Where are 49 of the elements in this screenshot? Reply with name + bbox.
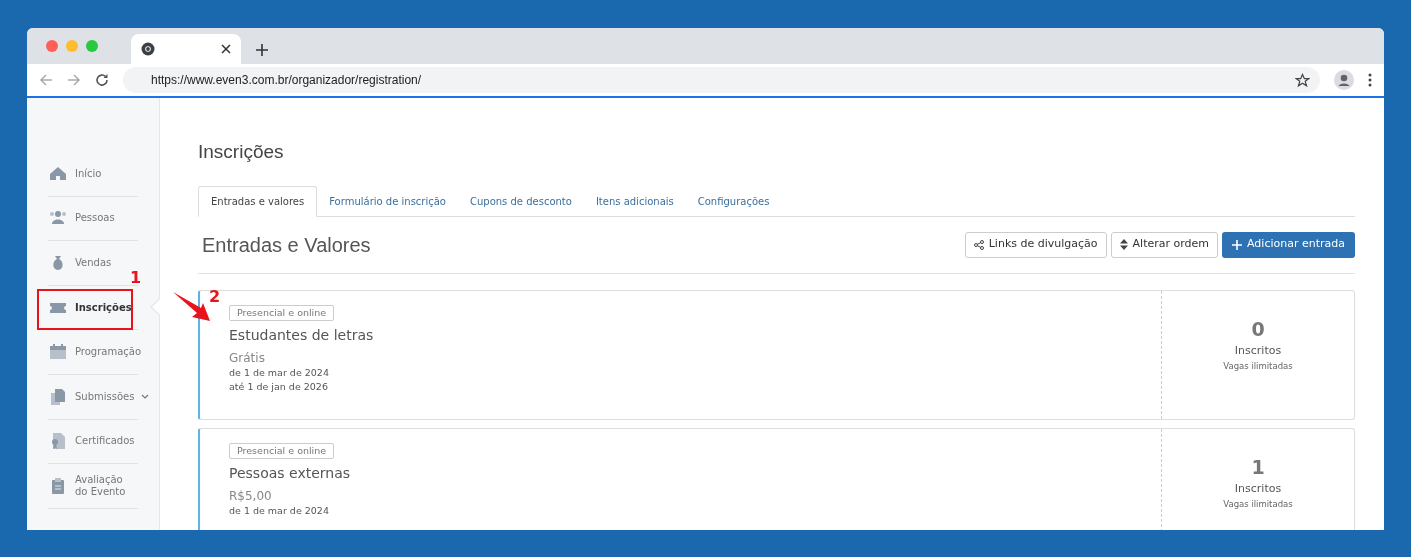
tab[interactable]: Formulário de inscrição <box>317 185 458 217</box>
close-icon[interactable] <box>221 44 231 54</box>
tab[interactable]: Itens adicionais <box>583 185 686 217</box>
step-number: 1 <box>130 270 142 286</box>
date-text: de 1 de mar de 2024 <box>229 503 329 518</box>
tab[interactable]: Entradas e valores <box>198 185 318 217</box>
capacity-text: Vagas ilimitadas <box>1223 359 1293 373</box>
mode-tag: Presencial e online <box>229 442 335 459</box>
tab[interactable]: Cupons de desconto <box>458 185 584 217</box>
sidebar-item[interactable]: Certificados <box>48 431 138 452</box>
section-title: Entradas e Valores <box>201 232 371 258</box>
add-entry-button[interactable]: Adicionar entrada <box>1222 231 1355 258</box>
plus-icon <box>1232 239 1242 250</box>
tab[interactable]: Configurações <box>685 185 782 217</box>
sidebar-item[interactable]: Início <box>48 163 138 184</box>
sidebar-item[interactable]: Inscrições <box>48 297 138 318</box>
registrant-count: 0 <box>1251 316 1265 342</box>
toolbar-button[interactable]: Links de divulgação <box>964 231 1107 258</box>
sidebar-item[interactable]: Submissões <box>48 386 138 407</box>
step-number: 2 <box>209 289 221 305</box>
browser-tab[interactable] <box>131 34 241 64</box>
profile-icon[interactable] <box>1334 70 1354 90</box>
registrant-count: 1 <box>1251 454 1265 480</box>
capacity-text: Vagas ilimitadas <box>1223 497 1293 511</box>
ticket-card[interactable]: Presencial e online Pessoas externas R$5,00 de 1 de mar de 2024 1 Inscritos Vagas ilimitadas <box>198 427 1355 530</box>
sort-icon <box>1119 239 1128 250</box>
documents-icon <box>48 386 68 407</box>
ticket-price: R$5,00 <box>229 487 272 504</box>
page-title: Inscrições <box>198 140 285 164</box>
ticket-name: Pessoas externas <box>229 463 351 482</box>
share-icon <box>973 239 984 250</box>
sidebar-item[interactable]: Avaliação do Evento <box>48 473 138 498</box>
star-icon[interactable] <box>1295 72 1310 88</box>
new-tab-icon[interactable] <box>255 43 269 57</box>
sidebar-item[interactable]: Pessoas <box>48 208 138 229</box>
mode-tag: Presencial e online <box>229 304 335 321</box>
count-label: Inscritos <box>1234 343 1282 359</box>
date-text: de 1 de mar de 2024 <box>229 365 329 380</box>
chevron-down-icon[interactable] <box>141 393 150 400</box>
address-bar[interactable]: https://www.even3.com.br/organizador/registration/ <box>123 67 1320 93</box>
count-label: Inscritos <box>1234 481 1282 497</box>
ticket-price: Grátis <box>229 349 265 366</box>
browser-logo-icon <box>141 42 155 56</box>
pointer-arrow <box>173 292 211 322</box>
date-text: até 1 de jan de 2026 <box>229 379 328 394</box>
toolbar-button[interactable]: Alterar ordem <box>1110 231 1218 258</box>
ticket-name: Estudantes de letras <box>229 325 374 344</box>
menu-icon[interactable] <box>1368 73 1372 87</box>
reload-icon[interactable] <box>95 73 109 87</box>
